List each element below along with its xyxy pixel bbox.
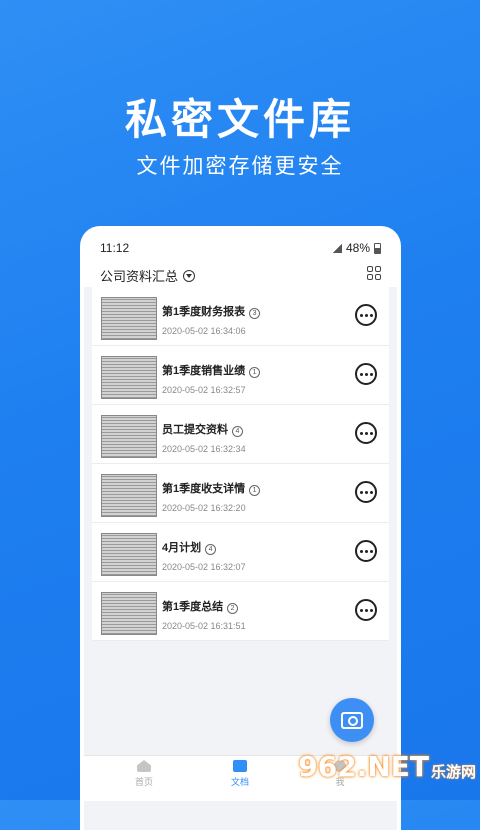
document-thumbnail [101, 592, 157, 635]
page-count-badge: 4 [205, 544, 217, 555]
tab-label: 文档 [230, 777, 249, 787]
document-date: 2020-05-02 16:32:34 [162, 444, 246, 454]
document-list-area: 第1季度财务报表 3 2020-05-02 16:34:06 第1季度销售业绩 1 … [84, 287, 397, 830]
status-bar: 11:12 48% [84, 230, 397, 266]
document-thumbnail [101, 415, 157, 458]
document-icon [233, 760, 247, 772]
document-date: 2020-05-02 16:32:20 [162, 503, 246, 513]
document-list: 第1季度财务报表 3 2020-05-02 16:34:06 第1季度销售业绩 1 … [92, 287, 389, 641]
tab-label: 首页 [134, 777, 153, 787]
status-time: 11:12 [100, 241, 130, 255]
document-date: 2020-05-02 16:32:57 [162, 385, 246, 395]
folder-title: 公司资料汇总 [100, 269, 179, 284]
page-count-badge: 4 [232, 426, 243, 437]
folder-selector[interactable]: 公司资料汇总 [100, 266, 196, 285]
document-thumbnail [101, 297, 157, 340]
site-watermark: 962.NET 乐游网 [298, 750, 476, 783]
camera-icon [341, 711, 363, 729]
list-item[interactable]: 员工提交资料 4 2020-05-02 16:32:34 [92, 405, 389, 464]
page-count-badge: 1 [249, 367, 261, 378]
document-name: 第1季度财务报表 3 [162, 303, 261, 319]
more-options-icon[interactable] [355, 540, 377, 562]
page-count-badge: 1 [249, 485, 261, 496]
battery-icon [374, 242, 381, 254]
status-indicators: 48% [332, 241, 381, 255]
chevron-down-icon [183, 269, 196, 282]
battery-percent: 48% [345, 241, 370, 255]
document-name: 第1季度总结 2 [162, 598, 239, 614]
page-count-badge: 3 [249, 308, 261, 319]
list-item[interactable]: 第1季度财务报表 3 2020-05-02 16:34:06 [92, 287, 389, 346]
list-item[interactable]: 第1季度总结 2 2020-05-02 16:31:51 [92, 582, 389, 641]
hero-subtitle: 文件加密存储更安全 [136, 155, 344, 178]
list-item[interactable]: 第1季度销售业绩 1 2020-05-02 16:32:57 [92, 346, 389, 405]
more-options-icon[interactable] [355, 481, 377, 503]
list-item[interactable]: 第1季度收支详情 1 2020-05-02 16:32:20 [92, 464, 389, 523]
signal-icon [332, 243, 342, 253]
grid-view-icon[interactable] [367, 266, 381, 280]
more-options-icon[interactable] [355, 599, 377, 621]
camera-button[interactable] [330, 698, 374, 742]
document-name: 第1季度销售业绩 1 [162, 362, 261, 378]
watermark-sub: 乐游网 [430, 764, 476, 781]
document-thumbnail [101, 533, 157, 576]
more-options-icon[interactable] [355, 422, 377, 444]
home-icon [137, 760, 151, 772]
more-options-icon[interactable] [355, 304, 377, 326]
document-name: 员工提交资料 4 [162, 421, 243, 437]
document-name: 第1季度收支详情 1 [162, 480, 261, 496]
page-count-badge: 2 [227, 603, 239, 614]
document-date: 2020-05-02 16:34:06 [162, 326, 246, 336]
more-options-icon[interactable] [355, 363, 377, 385]
tab-documents[interactable]: 文档 [220, 760, 260, 788]
tab-home[interactable]: 首页 [124, 760, 164, 788]
document-date: 2020-05-02 16:31:51 [162, 621, 246, 631]
document-date: 2020-05-02 16:32:07 [162, 562, 246, 572]
hero-title: 私密文件库 [124, 96, 355, 143]
watermark-logo: 962.NET [298, 750, 429, 783]
document-thumbnail [101, 474, 157, 517]
list-item[interactable]: 4月计划 4 2020-05-02 16:32:07 [92, 523, 389, 582]
document-name: 4月计划 4 [162, 539, 217, 555]
document-thumbnail [101, 356, 157, 399]
